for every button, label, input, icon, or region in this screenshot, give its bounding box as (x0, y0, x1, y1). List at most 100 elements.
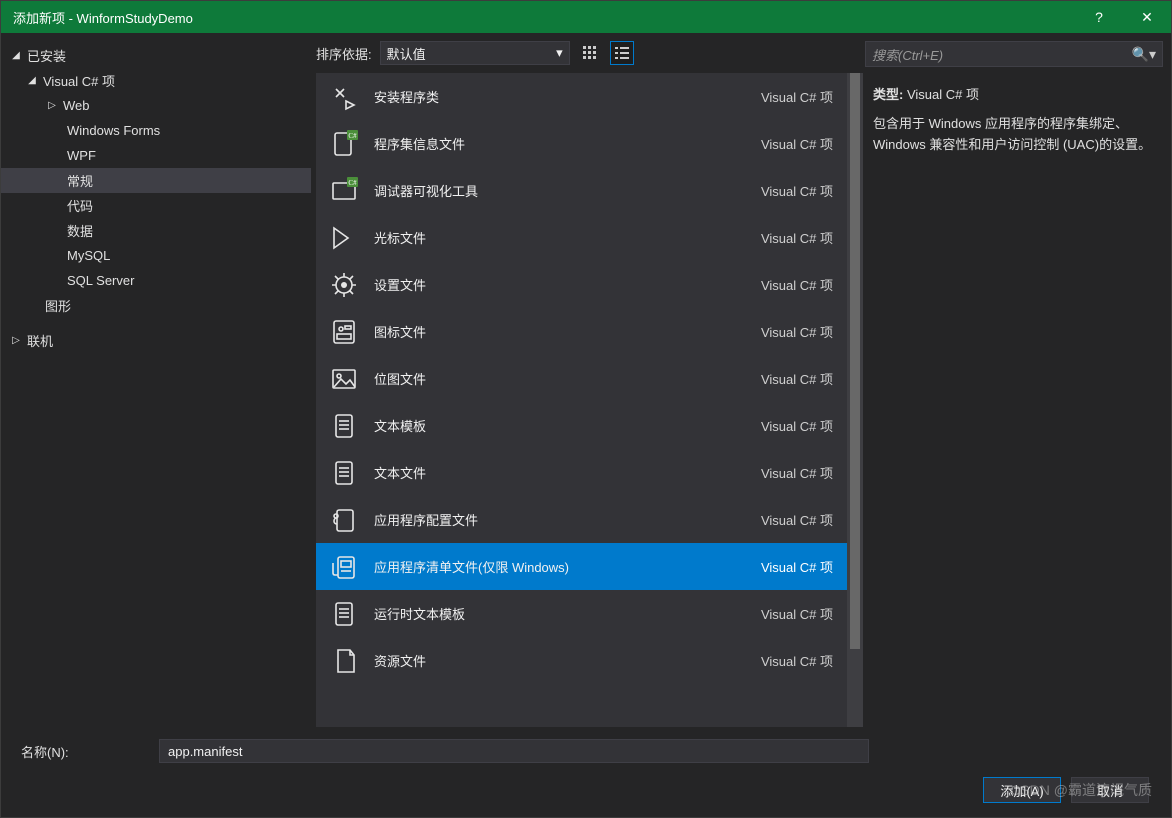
template-item[interactable]: 文本文件 Visual C# 项 (316, 449, 847, 496)
tree-visual-csharp[interactable]: ◢ Visual C# 项 (1, 68, 311, 93)
tree-label: WPF (67, 148, 96, 163)
caret-right-icon: ▷ (9, 335, 23, 346)
template-item[interactable]: C# 程序集信息文件 Visual C# 项 (316, 120, 847, 167)
template-icon (330, 459, 358, 487)
template-icon (330, 318, 358, 346)
template-item[interactable]: 运行时文本模板 Visual C# 项 (316, 590, 847, 637)
type-label: 类型: (873, 87, 903, 102)
scrollbar-thumb[interactable] (850, 73, 860, 649)
tree-graphics[interactable]: 图形 (1, 293, 311, 318)
template-category: Visual C# 项 (761, 463, 833, 482)
template-icon: C# (330, 177, 358, 205)
template-item[interactable]: 应用程序清单文件(仅限 Windows) Visual C# 项 (316, 543, 847, 590)
caret-down-icon: ◢ (9, 50, 23, 61)
template-label: 文本模板 (374, 416, 745, 435)
template-icon (330, 412, 358, 440)
template-category: Visual C# 项 (761, 275, 833, 294)
template-icon (330, 506, 358, 534)
cancel-button[interactable]: 取消 (1071, 777, 1149, 803)
tree-mysql[interactable]: MySQL (1, 243, 311, 268)
template-item[interactable]: 安装程序类 Visual C# 项 (316, 73, 847, 120)
template-item[interactable]: C# 调试器可视化工具 Visual C# 项 (316, 167, 847, 214)
footer-row: 名称(N): (1, 727, 1171, 767)
tree-label: Web (63, 98, 90, 113)
template-item[interactable]: 图标文件 Visual C# 项 (316, 308, 847, 355)
template-icon: C# (330, 130, 358, 158)
template-category: Visual C# 项 (761, 134, 833, 153)
tree-data[interactable]: 数据 (1, 218, 311, 243)
tree-code[interactable]: 代码 (1, 193, 311, 218)
tree-label: 代码 (67, 196, 93, 215)
template-item[interactable]: 光标文件Visual C# 项 (316, 214, 847, 261)
template-label: 图标文件 (374, 322, 745, 341)
description-text: 包含用于 Windows 应用程序的程序集绑定、Windows 兼容性和用户访问… (873, 114, 1159, 156)
template-label: 应用程序清单文件(仅限 Windows) (374, 557, 745, 576)
svg-text:C#: C# (348, 132, 357, 140)
tree-online[interactable]: ▷ 联机 (1, 328, 311, 353)
tree-sqlserver[interactable]: SQL Server (1, 268, 311, 293)
tree-label: Visual C# 项 (43, 71, 115, 90)
template-item[interactable]: 应用程序配置文件Visual C# 项 (316, 496, 847, 543)
template-item[interactable]: 资源文件 Visual C# 项 (316, 637, 847, 684)
tree-general[interactable]: 常规 (1, 168, 311, 193)
template-item[interactable]: 位图文件 Visual C# 项 (316, 355, 847, 402)
toolbar: 排序依据: 默认值 ▾ (312, 33, 865, 73)
template-category: Visual C# 项 (761, 322, 833, 341)
template-label: 位图文件 (374, 369, 745, 388)
sort-value: 默认值 (387, 44, 426, 63)
search-input[interactable]: 搜索(Ctrl+E) 🔍▾ (865, 41, 1163, 67)
add-button[interactable]: 添加(A) (983, 777, 1061, 803)
type-value: Visual C# 项 (907, 87, 979, 102)
tree-installed[interactable]: ◢ 已安装 (1, 43, 311, 68)
template-item[interactable]: 设置文件Visual C# 项 (316, 261, 847, 308)
template-category: Visual C# 项 (761, 416, 833, 435)
scrollbar[interactable] (847, 73, 863, 727)
template-icon (330, 224, 358, 252)
tree-label: 联机 (27, 331, 53, 350)
template-category: Visual C# 项 (761, 369, 833, 388)
close-button[interactable]: ✕ (1123, 1, 1171, 33)
search-icon: 🔍▾ (1132, 46, 1156, 63)
tree-wpf[interactable]: WPF (1, 143, 311, 168)
caret-right-icon: ▷ (45, 100, 59, 111)
name-input[interactable] (159, 739, 869, 763)
tree-windows-forms[interactable]: Windows Forms (1, 118, 311, 143)
template-label: 调试器可视化工具 (374, 181, 745, 200)
template-category: Visual C# 项 (761, 87, 833, 106)
template-icon (330, 647, 358, 675)
template-label: 运行时文本模板 (374, 604, 745, 623)
tree-web[interactable]: ▷ Web (1, 93, 311, 118)
caret-down-icon: ◢ (25, 75, 39, 86)
template-label: 安装程序类 (374, 87, 745, 106)
template-icon (330, 600, 358, 628)
tree-label: 数据 (67, 221, 93, 240)
template-category: Visual C# 项 (761, 181, 833, 200)
template-icon (330, 553, 358, 581)
tree-label: SQL Server (67, 273, 134, 288)
template-icon (330, 83, 358, 111)
svg-text:C#: C# (348, 179, 357, 187)
template-label: 光标文件 (374, 228, 745, 247)
name-label: 名称(N): (21, 742, 141, 761)
view-grid-button[interactable] (578, 41, 602, 65)
search-placeholder: 搜索(Ctrl+E) (872, 45, 943, 64)
template-label: 文本文件 (374, 463, 745, 482)
tree-label: 已安装 (27, 46, 66, 65)
tree-label: MySQL (67, 248, 110, 263)
template-label: 应用程序配置文件 (374, 510, 745, 529)
sort-label: 排序依据: (316, 44, 372, 63)
template-icon (330, 365, 358, 393)
template-list: 安装程序类 Visual C# 项 C# 程序集信息文件 Visual C# 项 C# 调试… (316, 73, 847, 727)
help-button[interactable]: ? (1075, 1, 1123, 33)
sort-dropdown[interactable]: 默认值 ▾ (380, 41, 570, 65)
template-label: 资源文件 (374, 651, 745, 670)
template-category: Visual C# 项 (761, 557, 833, 576)
template-category: Visual C# 项 (761, 651, 833, 670)
template-item[interactable]: 文本模板 Visual C# 项 (316, 402, 847, 449)
template-icon (330, 271, 358, 299)
tree-label: 常规 (67, 171, 93, 190)
template-category: Visual C# 项 (761, 604, 833, 623)
view-list-button[interactable] (610, 41, 634, 65)
template-label: 程序集信息文件 (374, 134, 745, 153)
titlebar: 添加新项 - WinformStudyDemo ? ✕ (1, 1, 1171, 33)
